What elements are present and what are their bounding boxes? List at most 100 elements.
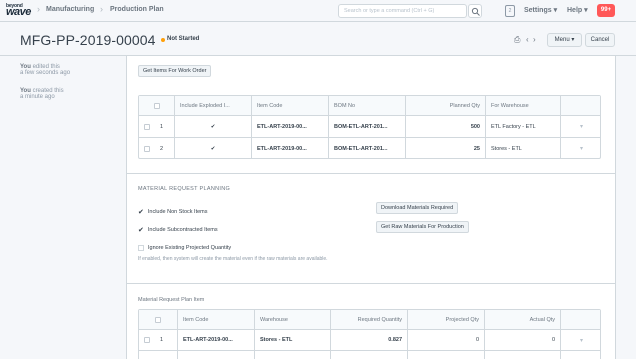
navbar: beyond wave › Manufacturing › Production…: [0, 0, 636, 22]
cell-required-qty[interactable]: 1: [330, 351, 407, 359]
cell-exploded[interactable]: ✔: [174, 138, 251, 159]
caret-down-icon: ▾: [553, 7, 558, 14]
row-edit-button[interactable]: ▾: [560, 351, 602, 359]
include-non-stock-checkbox[interactable]: ✔ Include Non Stock Items: [138, 208, 208, 216]
cell-item-code[interactable]: ETL-ART-2019-00...: [251, 138, 328, 159]
checkmark-icon: ✔: [138, 227, 144, 234]
row-select[interactable]: 2: [139, 138, 174, 159]
checkbox-icon: [144, 123, 150, 130]
settings-dropdown[interactable]: Settings ▾: [524, 6, 557, 14]
cell-required-qty[interactable]: 0.827: [330, 330, 407, 350]
previous-doc-icon[interactable]: ‹: [526, 35, 529, 44]
row-index: 1: [160, 123, 164, 130]
section-label-mrp: MATERIAL REQUEST PLANNING: [138, 186, 231, 192]
col-header-warehouse: For Warehouse: [485, 96, 560, 115]
cell-projected-qty[interactable]: 0: [407, 330, 484, 350]
breadcrumb-manufacturing[interactable]: Manufacturing: [46, 6, 94, 13]
checkbox-icon: [153, 102, 160, 109]
col-header-bom-no: BOM No: [328, 96, 405, 115]
table-row[interactable]: 2 ETL-ART-2019-00... Stores - ETL 1 0 0 …: [139, 351, 600, 359]
print-icon[interactable]: ⎙: [514, 35, 520, 45]
breadcrumb-chevron-icon: ›: [37, 4, 40, 14]
cell-item-code[interactable]: ETL-ART-2019-00...: [177, 351, 254, 359]
cancel-button[interactable]: Cancel: [585, 33, 615, 47]
cell-warehouse[interactable]: Stores - ETL: [254, 351, 330, 359]
status-text: Not Started: [167, 36, 200, 42]
status-indicator-icon: [161, 38, 165, 42]
get-raw-materials-button[interactable]: Get Raw Materials For Production: [376, 221, 469, 233]
cell-bom-no[interactable]: BOM-ETL-ART-201...: [328, 116, 405, 137]
mr-table-label: Material Request Plan Item: [138, 297, 205, 303]
breadcrumb-production-plan[interactable]: Production Plan: [110, 6, 164, 13]
chevron-down-icon: ▾: [579, 146, 583, 152]
row-edit-button[interactable]: ▾: [560, 116, 602, 137]
settings-label: Settings: [524, 7, 552, 14]
col-header-required-qty: Required Quantity: [330, 310, 407, 329]
checkmark-icon: ✔: [138, 209, 144, 216]
col-header-actions: [560, 310, 602, 329]
cell-item-code[interactable]: ETL-ART-2019-00...: [177, 330, 254, 350]
help-dropdown[interactable]: Help ▾: [567, 6, 588, 14]
col-header-exploded: Include Exploded I...: [174, 96, 251, 115]
app-logo[interactable]: beyond wave: [6, 3, 36, 19]
row-select[interactable]: 1: [139, 330, 177, 350]
cell-warehouse[interactable]: Stores - ETL: [254, 330, 330, 350]
cell-exploded[interactable]: ✔: [174, 116, 251, 137]
row-edit-button[interactable]: ▾: [560, 330, 602, 350]
search-icon: [471, 7, 480, 16]
include-subcontracted-checkbox[interactable]: ✔ Include Subcontracted Items: [138, 226, 218, 234]
cell-item-code[interactable]: ETL-ART-2019-00...: [251, 116, 328, 137]
ignore-projected-checkbox[interactable]: Ignore Existing Projected Quantity: [138, 245, 231, 251]
col-header-item-code: Item Code: [177, 310, 254, 329]
caret-down-icon: ▾: [584, 7, 588, 14]
row-select[interactable]: 1: [139, 116, 174, 137]
notifications-button[interactable]: 2: [505, 5, 515, 17]
section-divider: [126, 173, 616, 174]
table-row[interactable]: 1 ETL-ART-2019-00... Stores - ETL 0.827 …: [139, 330, 600, 351]
row-select[interactable]: 2: [139, 351, 177, 359]
checkbox-icon: [138, 245, 144, 251]
page-title: MFG-PP-2019-00004: [20, 32, 156, 48]
logo-main-text: wave: [6, 6, 31, 18]
activity-time: a few seconds ago: [20, 70, 71, 76]
table-row[interactable]: 1 ✔ ETL-ART-2019-00... BOM-ETL-ART-201..…: [139, 116, 600, 138]
col-header-item-code: Item Code: [251, 96, 328, 115]
items-table: Include Exploded I... Item Code BOM No P…: [138, 95, 601, 159]
col-header-actual-qty: Actual Qty: [484, 310, 560, 329]
checkbox-icon: [144, 145, 150, 152]
menu-label: Menu: [554, 37, 570, 43]
checkbox-icon: [155, 316, 161, 323]
cell-actual-qty[interactable]: 0: [484, 351, 560, 359]
next-doc-icon[interactable]: ›: [533, 35, 536, 44]
download-materials-button[interactable]: Download Materials Required: [376, 202, 459, 214]
chevron-down-icon: ▾: [579, 124, 583, 130]
cell-warehouse[interactable]: ETL Factory - ETL: [485, 116, 560, 137]
col-header-projected-qty: Projected Qty: [407, 310, 484, 329]
get-items-button[interactable]: Get Items For Work Order: [138, 65, 212, 77]
cell-actual-qty[interactable]: 0: [484, 330, 560, 350]
cell-planned-qty[interactable]: 25: [405, 138, 485, 159]
cell-projected-qty[interactable]: 0: [407, 351, 484, 359]
table-row[interactable]: 2 ✔ ETL-ART-2019-00... BOM-ETL-ART-201..…: [139, 138, 600, 159]
cell-planned-qty[interactable]: 500: [405, 116, 485, 137]
row-edit-button[interactable]: ▾: [560, 138, 602, 159]
table-header-row: Item Code Warehouse Required Quantity Pr…: [139, 310, 600, 330]
col-header-planned-qty: Planned Qty: [405, 96, 485, 115]
checkbox-icon: [144, 337, 150, 343]
search-placeholder: Search or type a command (Ctrl + G): [344, 8, 435, 14]
select-all-checkbox[interactable]: [139, 310, 177, 329]
search-button[interactable]: [468, 4, 482, 18]
cell-warehouse[interactable]: Stores - ETL: [485, 138, 560, 159]
help-label: Help: [567, 7, 583, 14]
row-index: 1: [160, 337, 164, 343]
cell-bom-no[interactable]: BOM-ETL-ART-201...: [328, 138, 405, 159]
material-request-table: Item Code Warehouse Required Quantity Pr…: [138, 309, 601, 359]
select-all-checkbox[interactable]: [139, 96, 174, 115]
menu-button[interactable]: Menu ▾: [547, 33, 582, 47]
checkbox-label: Ignore Existing Projected Quantity: [148, 245, 232, 251]
checkbox-label: Include Non Stock Items: [147, 209, 208, 215]
search-input[interactable]: Search or type a command (Ctrl + G): [338, 4, 467, 18]
row-index: 2: [160, 145, 164, 152]
activity-item: You edited this a few seconds ago: [20, 64, 70, 76]
notification-badge[interactable]: 99+: [597, 4, 615, 17]
